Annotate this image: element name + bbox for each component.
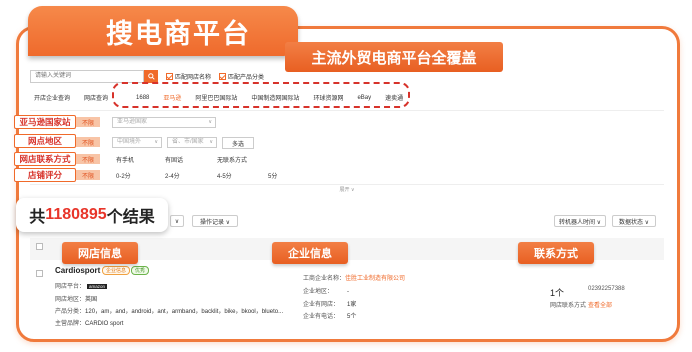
operation-records-button[interactable]: 操作记录 ∨ bbox=[192, 215, 238, 227]
shop-category: 产品分类：120，am，and，android，ant，armband，back… bbox=[55, 306, 283, 315]
filter-label-shop-rating: 店铺评分 bbox=[14, 168, 76, 182]
chevron-down-icon: ∨ bbox=[209, 139, 213, 145]
select-all-checkbox[interactable] bbox=[36, 243, 43, 250]
company-name: 工商企业名称：佳胜工业制造有限公司 bbox=[303, 273, 405, 282]
checkbox-icon bbox=[166, 72, 173, 80]
filter-unlimited-country[interactable]: 不限 bbox=[76, 117, 100, 127]
filter-label-shop-region: 网点地区 bbox=[14, 134, 76, 148]
company-region-value: - bbox=[347, 289, 350, 295]
region-select-city[interactable]: 省、市/国家 ∨ bbox=[167, 137, 217, 148]
region-value: 英国 bbox=[85, 297, 98, 303]
callout-contact: 联系方式 bbox=[518, 242, 594, 264]
rating-option[interactable]: 5分 bbox=[268, 171, 277, 180]
row-checkbox[interactable] bbox=[36, 270, 43, 277]
company-phones: 企业有电话： 5个 bbox=[303, 311, 356, 320]
search-input[interactable] bbox=[30, 69, 144, 83]
shop-brand: 主营品牌：CARDIO sport bbox=[55, 318, 123, 327]
contact-phone: 02392257388 bbox=[588, 286, 625, 292]
quality-badge: 优秀 bbox=[131, 266, 150, 275]
region-select-value: 中国境外 bbox=[117, 139, 142, 145]
callout-platform-coverage: 主流外贸电商平台全覆盖 bbox=[285, 42, 503, 72]
filter-unlimited-region[interactable]: 不限 bbox=[76, 137, 100, 147]
contact-count: 1个 bbox=[550, 288, 565, 298]
search-bar: 匹配网店名称 匹配产品分类 bbox=[30, 69, 264, 83]
company-region: 企业地区： - bbox=[303, 286, 349, 295]
contact-option-none[interactable]: 无联系方式 bbox=[217, 155, 247, 164]
toolbar-dropdown-partial[interactable]: ∨ bbox=[170, 215, 184, 227]
results-count: 1180895 bbox=[45, 206, 107, 223]
contact-option-mobile[interactable]: 有手机 bbox=[116, 155, 134, 164]
company-shops-label: 企业有网店： bbox=[303, 302, 340, 308]
checkbox-label: 匹配网店名称 bbox=[175, 74, 212, 81]
brand-label: 主营品牌： bbox=[55, 321, 86, 327]
callout-company-info: 企业信息 bbox=[272, 242, 348, 264]
chevron-down-icon: ∨ bbox=[174, 218, 180, 225]
platform-label: 网店平台： bbox=[55, 284, 86, 290]
chevron-down-icon: ∨ bbox=[154, 139, 158, 145]
filter-label-shop-contact: 网店联系方式 bbox=[14, 152, 76, 166]
sort-dropdown[interactable]: 转机器人时间 ∨ bbox=[554, 215, 606, 227]
amazon-logo-icon: amazon bbox=[87, 283, 108, 289]
brand-value: CARDIO sport bbox=[85, 321, 124, 327]
contact-option-landline[interactable]: 有固话 bbox=[165, 155, 183, 164]
results-suffix: 个结果 bbox=[106, 209, 155, 226]
checkbox-icon bbox=[219, 72, 227, 80]
view-all-link[interactable]: 查看全部 bbox=[588, 300, 612, 309]
filter-unlimited-contact[interactable]: 不限 bbox=[76, 154, 100, 164]
company-name-label: 工商企业名称： bbox=[303, 276, 346, 282]
multi-select-button[interactable]: 多选 bbox=[222, 137, 254, 149]
results-prefix: 共 bbox=[29, 209, 46, 226]
rating-option[interactable]: 2-4分 bbox=[165, 171, 180, 180]
search-button[interactable] bbox=[144, 69, 158, 83]
company-phones-label: 企业有电话： bbox=[303, 314, 340, 320]
category-label: 产品分类： bbox=[55, 309, 86, 315]
tab-shop-query[interactable]: 网店查询 bbox=[84, 93, 108, 102]
company-info-badge: 企业信息 bbox=[102, 266, 131, 275]
match-product-category-checkbox[interactable]: 匹配产品分类 bbox=[219, 72, 264, 81]
chevron-down-icon: ∨ bbox=[208, 119, 212, 125]
shop-region: 网店地区：英国 bbox=[55, 294, 97, 303]
country-select[interactable]: 亚马逊国家 ∨ bbox=[112, 117, 216, 128]
divider bbox=[30, 110, 664, 111]
company-name-link[interactable]: 佳胜工业制造有限公司 bbox=[345, 276, 405, 282]
shop-name-link[interactable]: Cardiosport bbox=[55, 266, 100, 275]
rating-option[interactable]: 0-2分 bbox=[116, 171, 131, 180]
rating-option[interactable]: 4-5分 bbox=[217, 171, 232, 180]
region-select-value: 省、市/国家 bbox=[172, 139, 204, 145]
callout-shop-info: 网店信息 bbox=[62, 242, 138, 264]
results-count-banner: 共 1180895 个结果 bbox=[16, 198, 168, 232]
company-phones-value: 5个 bbox=[347, 314, 357, 320]
category-value: 120，am，and，android，ant，armband，backlit，b… bbox=[85, 309, 284, 315]
region-select-country[interactable]: 中国境外 ∨ bbox=[112, 137, 162, 148]
platform-tabs-highlight bbox=[112, 82, 410, 108]
search-icon bbox=[147, 72, 155, 80]
tab-company-query[interactable]: 开店企业查询 bbox=[34, 93, 70, 102]
shop-platform: 网店平台： amazon bbox=[55, 281, 108, 290]
filter-label-amazon-country: 亚马逊国家站 bbox=[14, 115, 76, 129]
company-shops-value: 1家 bbox=[347, 302, 357, 308]
page-title: 搜电商平台 bbox=[28, 6, 298, 56]
company-shops: 企业有网店： 1家 bbox=[303, 299, 356, 308]
filter-unlimited-rating[interactable]: 不限 bbox=[76, 170, 100, 180]
checkbox-label: 匹配产品分类 bbox=[228, 74, 265, 81]
region-label: 网店地区： bbox=[55, 297, 86, 303]
country-select-value: 亚马逊国家 bbox=[117, 119, 148, 125]
match-shop-name-checkbox[interactable]: 匹配网店名称 bbox=[166, 72, 211, 81]
contact-label: 网店联系方式 bbox=[550, 303, 587, 309]
data-status-dropdown[interactable]: 数据状态 ∨ bbox=[612, 215, 656, 227]
expand-filters-toggle[interactable]: 展开 ∨ bbox=[30, 184, 664, 194]
company-region-label: 企业地区： bbox=[303, 289, 334, 295]
